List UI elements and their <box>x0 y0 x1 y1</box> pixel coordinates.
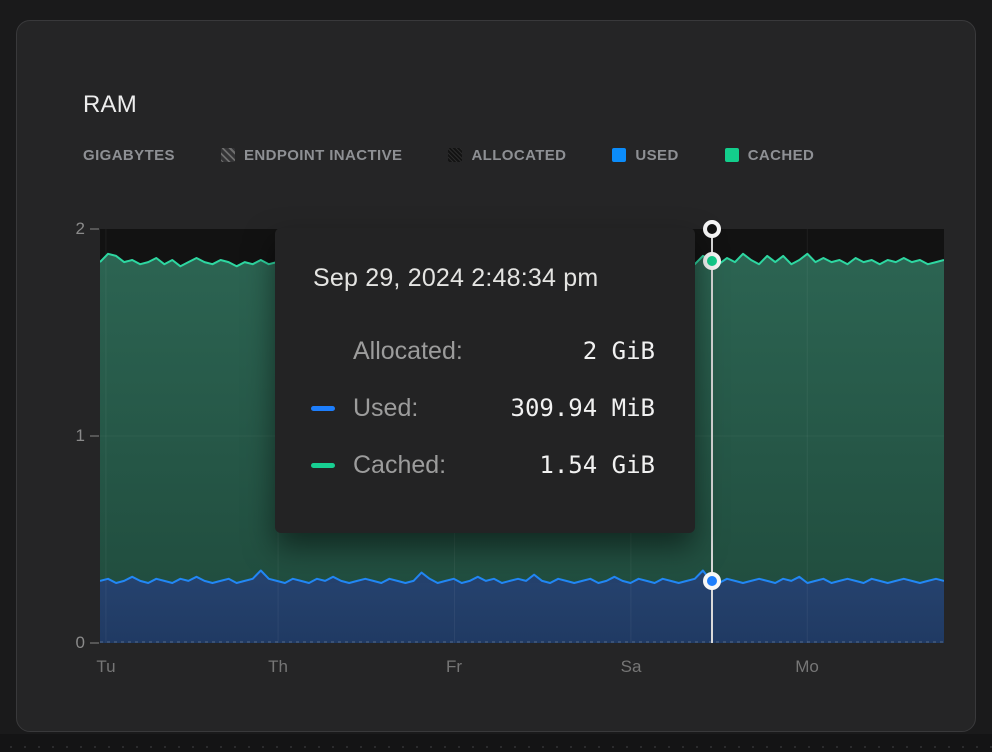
tooltip-row-allocated: Allocated: 2 GiB <box>311 331 655 371</box>
tooltip-label: Cached: <box>353 451 446 480</box>
tooltip-timestamp: Sep 29, 2024 2:48:34 pm <box>313 264 655 293</box>
hatched-swatch-icon <box>221 148 235 162</box>
legend-item-endpoint-inactive[interactable]: ENDPOINT INACTIVE <box>221 147 402 164</box>
chart-tooltip: Sep 29, 2024 2:48:34 pm Allocated: 2 GiB… <box>275 228 695 533</box>
legend-item-used[interactable]: USED <box>612 147 678 164</box>
y-axis-tick-2: 2 <box>55 219 99 239</box>
tooltip-row-cached: Cached: 1.54 GiB <box>311 445 655 485</box>
page-title: RAM <box>83 91 137 119</box>
used-swatch-icon <box>612 148 626 162</box>
legend: GIGABYTES ENDPOINT INACTIVE ALLOCATED US… <box>83 145 814 165</box>
legend-item-label: ENDPOINT INACTIVE <box>244 147 402 164</box>
used-point-marker <box>703 572 721 590</box>
cached-dash-icon <box>311 463 337 468</box>
tooltip-label: Used: <box>353 394 418 423</box>
x-axis-label-mo: Mo <box>795 657 819 677</box>
tick-dash <box>90 228 99 230</box>
canvas-dot-background <box>0 734 992 752</box>
tooltip-value: 1.54 GiB <box>539 451 655 479</box>
legend-item-label: USED <box>635 147 678 164</box>
used-dash-icon <box>311 406 337 411</box>
allocated-point-marker <box>703 220 721 238</box>
y-tick-label: 1 <box>76 426 85 446</box>
cached-point-marker <box>703 252 721 270</box>
tick-dash <box>90 435 99 437</box>
tick-dash <box>90 642 99 644</box>
tooltip-row-used: Used: 309.94 MiB <box>311 388 655 428</box>
tooltip-label: Allocated: <box>353 337 463 366</box>
cached-swatch-icon <box>725 148 739 162</box>
legend-item-label: ALLOCATED <box>471 147 566 164</box>
y-axis-tick-1: 1 <box>55 426 99 446</box>
tooltip-value: 2 GiB <box>583 337 655 365</box>
x-axis-label-fr: Fr <box>446 657 462 677</box>
legend-unit-label: GIGABYTES <box>83 147 175 164</box>
tooltip-value: 309.94 MiB <box>511 394 656 422</box>
legend-item-label: CACHED <box>748 147 815 164</box>
y-tick-label: 0 <box>76 633 85 653</box>
x-axis-label-tu: Tu <box>96 657 115 677</box>
legend-item-cached[interactable]: CACHED <box>725 147 815 164</box>
legend-item-allocated[interactable]: ALLOCATED <box>448 147 566 164</box>
allocated-swatch-icon <box>448 148 462 162</box>
y-axis-tick-0: 0 <box>55 633 99 653</box>
x-axis-label-sa: Sa <box>621 657 642 677</box>
x-axis-label-th: Th <box>268 657 288 677</box>
page: RAM GIGABYTES ENDPOINT INACTIVE ALLOCATE… <box>0 0 992 752</box>
y-tick-label: 2 <box>76 219 85 239</box>
ram-metric-card: RAM GIGABYTES ENDPOINT INACTIVE ALLOCATE… <box>16 20 976 732</box>
